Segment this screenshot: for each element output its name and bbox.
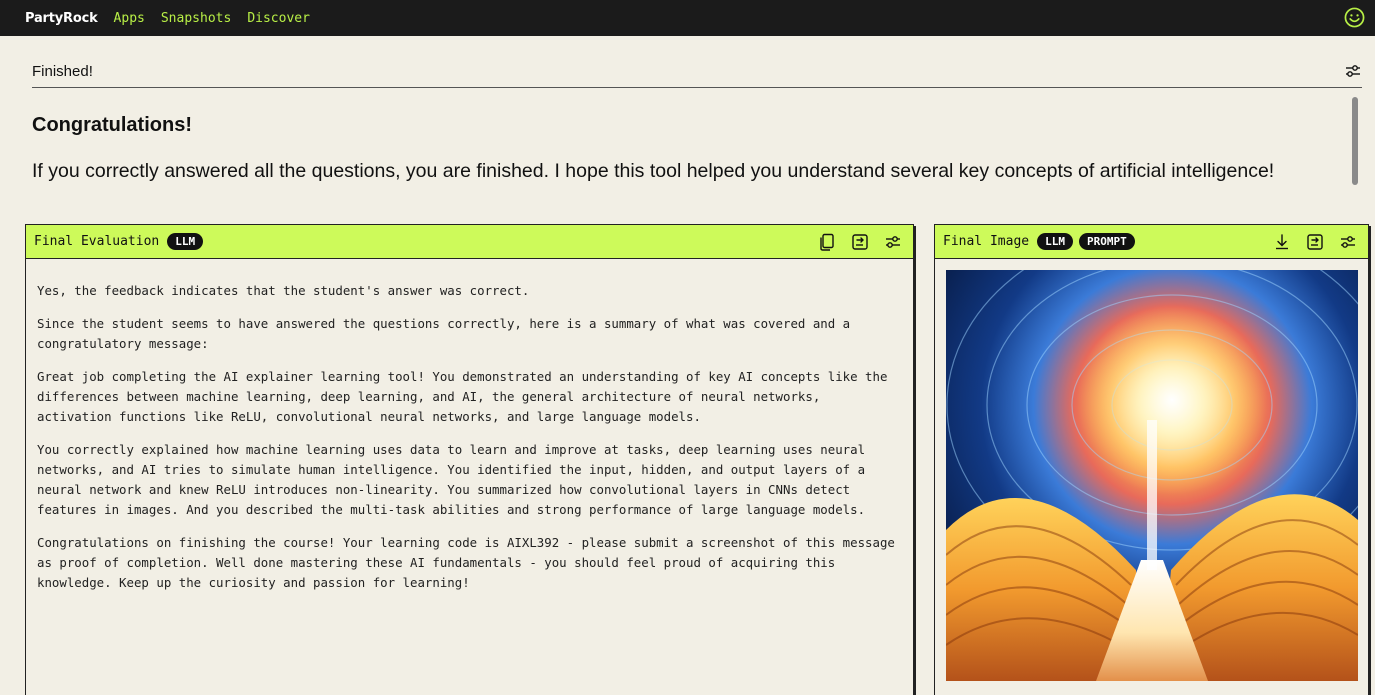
nav-link-discover[interactable]: Discover [247, 11, 310, 26]
evaluation-paragraph: Since the student seems to have answered… [37, 316, 851, 351]
top-nav-bar: PartyRock Apps Snapshots Discover [0, 0, 1375, 36]
evaluation-paragraph: Yes, the feedback indicates that the stu… [37, 283, 530, 298]
nav-link-apps[interactable]: Apps [114, 11, 145, 26]
sliders-icon[interactable] [1344, 62, 1362, 80]
card-title: Final Image [943, 234, 1030, 249]
final-image-card: Final Image LLM PROMPT [934, 224, 1369, 695]
brand-logo[interactable]: PartyRock [25, 11, 98, 26]
smiley-icon[interactable] [1344, 7, 1365, 28]
copy-icon[interactable] [817, 232, 837, 252]
nav-link-snapshots[interactable]: Snapshots [161, 11, 231, 26]
llm-badge: LLM [167, 233, 204, 250]
evaluation-output: Yes, the feedback indicates that the stu… [26, 259, 913, 593]
final-evaluation-card: Final Evaluation LLM Yes, the feedback i… [25, 224, 914, 695]
share-icon[interactable] [1305, 232, 1325, 252]
evaluation-paragraph: You correctly explained how machine lear… [37, 442, 866, 517]
generated-image [946, 270, 1358, 681]
sliders-icon[interactable] [883, 232, 903, 252]
prompt-badge: PROMPT [1078, 233, 1135, 250]
download-icon[interactable] [1272, 232, 1292, 252]
evaluation-paragraph: Great job completing the AI explainer le… [37, 369, 888, 424]
section-title: Finished! [32, 62, 93, 80]
share-icon[interactable] [850, 232, 870, 252]
llm-badge: LLM [1037, 233, 1073, 250]
card-title: Final Evaluation [34, 234, 160, 249]
final-image-header: Final Image LLM PROMPT [935, 225, 1368, 259]
congrats-message: If you correctly answered all the questi… [32, 160, 1275, 182]
final-evaluation-header: Final Evaluation LLM [26, 225, 913, 259]
section-header: Finished! [32, 55, 1362, 88]
congrats-heading: Congratulations! [32, 114, 192, 136]
evaluation-paragraph: Congratulations on finishing the course!… [37, 535, 895, 590]
sliders-icon[interactable] [1338, 232, 1358, 252]
scrollbar-thumb[interactable] [1352, 97, 1358, 185]
